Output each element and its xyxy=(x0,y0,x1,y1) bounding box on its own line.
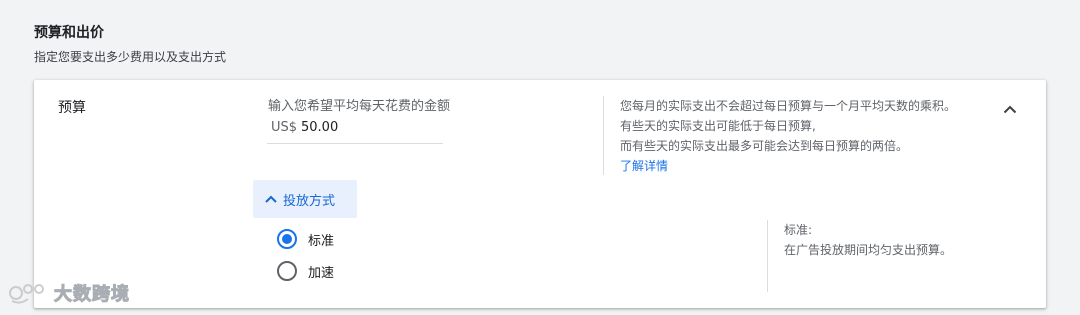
budget-amount-input[interactable]: 50.00 xyxy=(301,120,338,135)
currency-label: US$ xyxy=(271,120,298,135)
budget-amount-field[interactable]: US$ 50.00 xyxy=(267,118,443,144)
delivery-method-label: 投放方式 xyxy=(283,193,336,209)
divider xyxy=(767,220,768,292)
radio-standard-button[interactable] xyxy=(277,229,297,249)
budget-label: 预算 xyxy=(58,100,86,116)
watermark: 大数跨境 xyxy=(8,280,130,306)
radio-standard[interactable]: 标准 xyxy=(277,229,334,249)
learn-more-link[interactable]: 了解详情 xyxy=(620,156,956,176)
delivery-method-toggle[interactable]: 投放方式 xyxy=(253,180,357,218)
budget-info-line: 有些天的实际支出可能低于每日预算, xyxy=(620,119,816,133)
radio-accelerated-label: 加速 xyxy=(308,265,335,281)
watermark-text: 大数跨境 xyxy=(54,284,130,306)
radio-standard-label: 标准 xyxy=(308,233,335,249)
section-title: 预算和出价 xyxy=(34,25,104,41)
chevron-up-icon xyxy=(1003,105,1017,113)
delivery-info-title: 标准: xyxy=(784,223,813,237)
chevron-up-icon xyxy=(265,195,277,203)
section-subtitle: 指定您要支出多少费用以及支出方式 xyxy=(34,50,227,64)
budget-info: 您每月的实际支出不会超过每日预算与一个月平均天数的乘积。 有些天的实际支出可能低… xyxy=(620,96,956,176)
budget-card: 预算 输入您希望平均每天花费的金额 US$ 50.00 您每月的实际支出不会超过… xyxy=(34,80,1046,308)
divider xyxy=(603,96,604,175)
collapse-button[interactable] xyxy=(998,97,1022,121)
radio-accelerated[interactable]: 加速 xyxy=(277,261,334,281)
budget-info-line: 您每月的实际支出不会超过每日预算与一个月平均天数的乘积。 xyxy=(620,99,957,113)
budget-info-line: 而有些天的实际支出最多可能会达到每日预算的两倍。 xyxy=(620,139,909,153)
delivery-info: 标准: 在广告投放期间均匀支出预算。 xyxy=(784,220,952,260)
watermark-logo-icon xyxy=(9,284,44,304)
delivery-info-text: 在广告投放期间均匀支出预算。 xyxy=(784,243,953,257)
budget-hint: 输入您希望平均每天花费的金额 xyxy=(268,99,451,114)
radio-accelerated-button[interactable] xyxy=(277,261,297,281)
